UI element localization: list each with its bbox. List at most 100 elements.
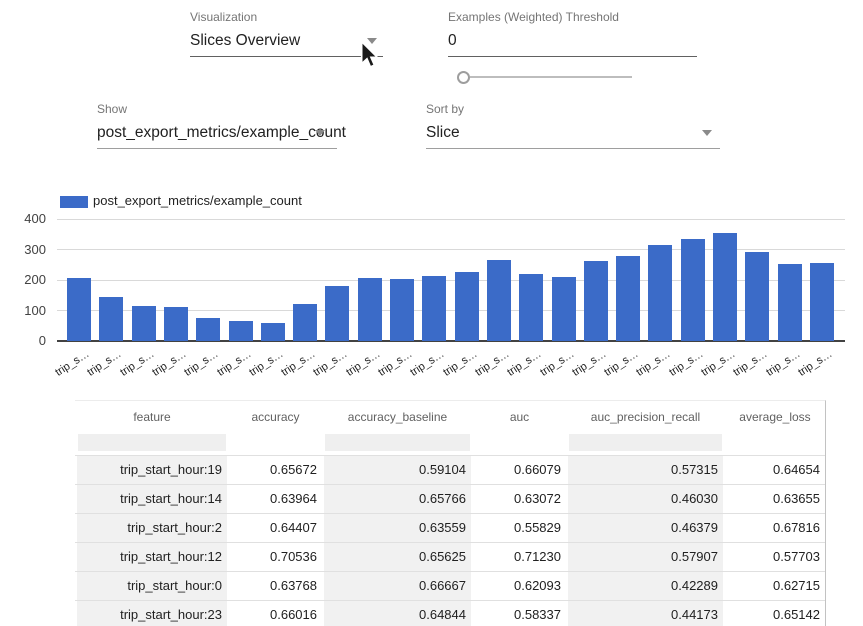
bar — [519, 274, 543, 341]
metric-cell: 0.64654 — [725, 456, 825, 484]
column-header-auc_precision_recall: auc_precision_recall — [566, 401, 725, 433]
metric-cell: 0.63655 — [725, 485, 825, 513]
bar — [325, 286, 349, 341]
visualization-label: Visualization — [190, 10, 383, 24]
bar — [455, 272, 479, 341]
bar — [67, 278, 91, 341]
bar — [713, 233, 737, 341]
sort-by-label: Sort by — [426, 102, 720, 116]
metrics-table: featureaccuracyaccuracy_baselineaucauc_p… — [75, 400, 826, 626]
chevron-down-icon[interactable] — [315, 130, 325, 136]
bar — [196, 318, 220, 341]
bar — [584, 261, 608, 341]
mouse-cursor-icon — [360, 41, 379, 69]
metric-cell: 0.59104 — [322, 456, 473, 484]
table-filter-row — [75, 433, 825, 455]
bar — [229, 321, 253, 341]
bar — [778, 264, 802, 341]
bar — [616, 256, 640, 341]
filter-input[interactable] — [325, 434, 470, 451]
filter-input[interactable] — [569, 434, 722, 451]
bar-chart: post_export_metrics/example_count 010020… — [0, 190, 863, 390]
threshold-input[interactable]: 0 — [448, 31, 697, 50]
feature-cell: trip_start_hour:19 — [75, 456, 229, 484]
gridline — [57, 219, 845, 220]
filter-cell — [473, 433, 566, 455]
bar — [99, 297, 123, 341]
metric-cell: 0.66079 — [473, 456, 566, 484]
bar — [681, 239, 705, 341]
metric-cell: 0.63964 — [229, 485, 322, 513]
y-axis-tick: 100 — [6, 303, 46, 318]
metric-cell: 0.63559 — [322, 514, 473, 542]
column-header-average_loss: average_loss — [725, 401, 825, 433]
visualization-value[interactable]: Slices Overview — [190, 31, 383, 50]
slices-overview-app: Visualization Slices Overview Examples (… — [0, 0, 863, 626]
visualization-select[interactable]: Visualization Slices Overview — [190, 10, 383, 57]
sort-by-select[interactable]: Sort by Slice — [426, 102, 720, 149]
metric-cell: 0.67816 — [725, 514, 825, 542]
column-header-feature: feature — [75, 401, 229, 433]
metric-cell: 0.63768 — [229, 572, 322, 600]
bar — [261, 323, 285, 341]
table-row: trip_start_hour:190.656720.591040.660790… — [75, 455, 825, 484]
filter-cell — [75, 433, 229, 455]
table-row: trip_start_hour:00.637680.666670.620930.… — [75, 571, 825, 600]
sort-by-value[interactable]: Slice — [426, 123, 720, 142]
y-axis-tick: 300 — [6, 242, 46, 257]
feature-cell: trip_start_hour:0 — [75, 572, 229, 600]
threshold-slider[interactable] — [457, 70, 632, 85]
metric-cell: 0.44173 — [566, 601, 725, 626]
metric-cell: 0.62093 — [473, 572, 566, 600]
metric-cell: 0.58337 — [473, 601, 566, 626]
metric-cell: 0.66016 — [229, 601, 322, 626]
metric-cell: 0.57907 — [566, 543, 725, 571]
bar — [422, 276, 446, 341]
chevron-down-icon[interactable] — [702, 130, 712, 136]
bar — [552, 277, 576, 341]
feature-cell: trip_start_hour:12 — [75, 543, 229, 571]
show-value[interactable]: post_export_metrics/example_count — [97, 123, 337, 142]
bar — [810, 263, 834, 341]
metric-cell: 0.65142 — [725, 601, 825, 626]
bar — [487, 260, 511, 341]
metric-cell: 0.65766 — [322, 485, 473, 513]
slider-track[interactable] — [470, 76, 632, 78]
metric-cell: 0.63072 — [473, 485, 566, 513]
bar — [745, 252, 769, 341]
legend-swatch — [60, 196, 88, 208]
metric-cell: 0.64844 — [322, 601, 473, 626]
bar — [648, 245, 672, 341]
table-header-row: featureaccuracyaccuracy_baselineaucauc_p… — [75, 401, 825, 433]
filter-cell — [725, 433, 825, 455]
show-select[interactable]: Show post_export_metrics/example_count — [97, 102, 337, 149]
feature-cell: trip_start_hour:14 — [75, 485, 229, 513]
threshold-field-group: Examples (Weighted) Threshold 0 — [448, 10, 697, 57]
show-label: Show — [97, 102, 337, 116]
feature-cell: trip_start_hour:23 — [75, 601, 229, 626]
y-axis-tick: 0 — [6, 333, 46, 348]
metric-cell: 0.64407 — [229, 514, 322, 542]
threshold-label: Examples (Weighted) Threshold — [448, 10, 697, 24]
y-axis-tick: 400 — [6, 211, 46, 226]
metric-cell: 0.55829 — [473, 514, 566, 542]
column-header-accuracy: accuracy — [229, 401, 322, 433]
table-row: trip_start_hour:230.660160.648440.583370… — [75, 600, 825, 626]
feature-cell: trip_start_hour:2 — [75, 514, 229, 542]
slider-knob[interactable] — [457, 71, 470, 84]
filter-input[interactable] — [78, 434, 226, 451]
table-row: trip_start_hour:20.644070.635590.558290.… — [75, 513, 825, 542]
bar — [293, 304, 317, 341]
metric-cell: 0.42289 — [566, 572, 725, 600]
table-row: trip_start_hour:140.639640.657660.630720… — [75, 484, 825, 513]
metric-cell: 0.46030 — [566, 485, 725, 513]
bar — [164, 307, 188, 341]
legend-label: post_export_metrics/example_count — [93, 193, 302, 208]
metric-cell: 0.62715 — [725, 572, 825, 600]
metric-cell: 0.46379 — [566, 514, 725, 542]
metric-cell: 0.57703 — [725, 543, 825, 571]
metric-cell: 0.65625 — [322, 543, 473, 571]
table-row: trip_start_hour:120.705360.656250.712300… — [75, 542, 825, 571]
column-header-accuracy_baseline: accuracy_baseline — [322, 401, 473, 433]
bar — [358, 278, 382, 341]
